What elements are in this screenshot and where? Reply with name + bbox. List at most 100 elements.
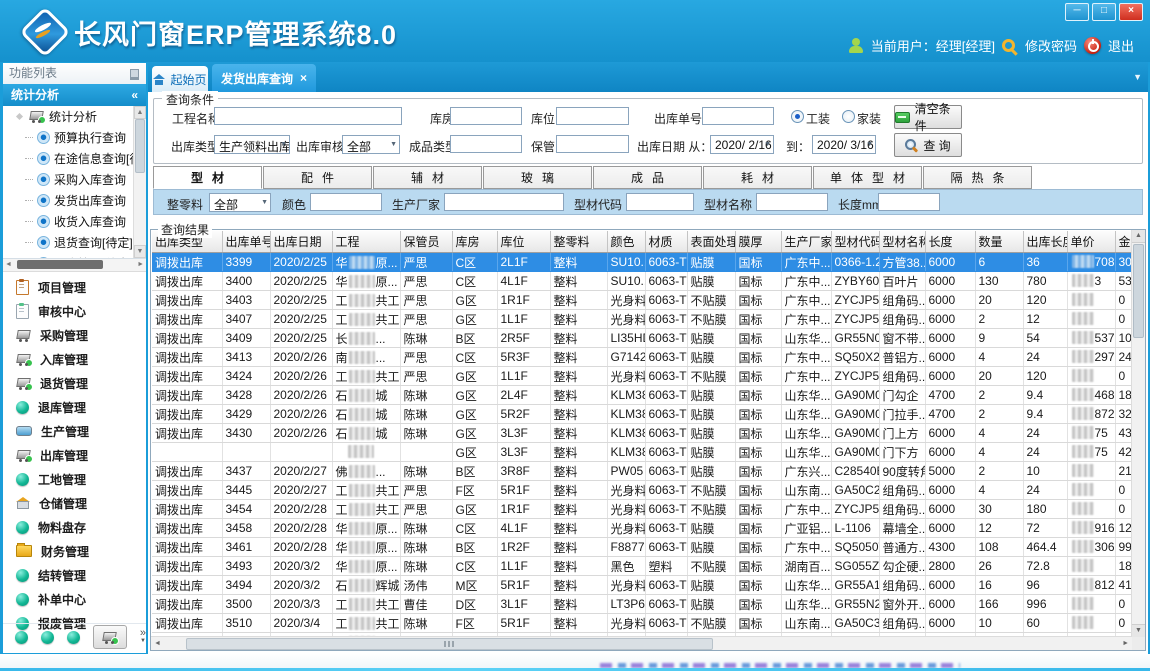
sidebar-module-item[interactable]: 项目管理 <box>3 275 146 299</box>
table-row[interactable]: 调拨出库34542020/2/28工共工程严思G区1R1F整料光身料6063-T… <box>152 500 1131 519</box>
column-header[interactable]: 单价 <box>1067 231 1115 253</box>
column-header[interactable]: 型材名称 <box>879 231 925 253</box>
tree-item[interactable]: 在途信息查询[待 <box>3 148 146 169</box>
profile-name-input[interactable] <box>756 193 828 211</box>
column-header[interactable]: 出库长度 <box>1023 231 1067 253</box>
material-tab[interactable]: 辅材 <box>373 166 482 189</box>
table-row[interactable]: 调拨出库34092020/2/25长...陈琳B区2R5F整料LI35HD606… <box>152 329 1131 348</box>
scroll-down-icon[interactable]: ▼ <box>134 245 146 258</box>
tree-vertical-scrollbar[interactable]: ▲ ▼ <box>133 106 146 258</box>
pin-icon[interactable] <box>130 69 139 80</box>
collapse-icon[interactable]: « <box>131 84 138 106</box>
table-row[interactable]: 调拨出库33992020/2/25华原...严思C区2L1F整料SU10...6… <box>152 253 1131 272</box>
radio-home-label[interactable]: 家装 <box>857 110 881 127</box>
table-row[interactable]: 调拨出库34942020/3/2石辉城汤伟M区5R1F整料光身料6063-T5贴… <box>152 576 1131 595</box>
table-row[interactable]: 调拨出库34292020/2/26石城陈琳G区5R2F整料KLM38176063… <box>152 405 1131 424</box>
table-row[interactable]: 调拨出库35002020/3/3工共工程曹佳D区3L1F整料LT3P606063… <box>152 595 1131 614</box>
search-button[interactable]: 查 询 <box>894 133 962 157</box>
column-header[interactable]: 表面处理 <box>687 231 735 253</box>
length-input[interactable] <box>878 193 940 211</box>
material-tab[interactable]: 配件 <box>263 166 372 189</box>
sidebar-module-item[interactable]: 工地管理 <box>3 467 146 491</box>
column-header[interactable]: 膜厚 <box>735 231 781 253</box>
overflow-button[interactable]: »▼ <box>140 629 146 645</box>
radio-home[interactable] <box>842 110 855 123</box>
audit-combo[interactable]: 全部▼ <box>342 135 400 154</box>
keeper-input[interactable] <box>556 135 629 153</box>
product-type-input[interactable] <box>450 135 522 153</box>
sidebar-module-item[interactable]: 出库管理 <box>3 443 146 467</box>
sidebar-module-item[interactable]: 审核中心 <box>3 299 146 323</box>
color-input[interactable] <box>310 193 382 211</box>
date-from-picker[interactable]: 2020/ 2/16▼ <box>710 135 774 154</box>
date-to-picker[interactable]: 2020/ 3/16▼ <box>812 135 876 154</box>
tree-item[interactable]: 退货查询[待定] <box>3 232 146 253</box>
scroll-left-icon[interactable]: ◄ <box>5 261 12 268</box>
radio-industrial[interactable] <box>791 110 804 123</box>
circle-icon[interactable] <box>15 631 28 644</box>
table-row[interactable]: 调拨出库34932020/3/2华原...陈琳C区1L1F整料黑色塑料不贴膜国标… <box>152 557 1131 576</box>
tree-item[interactable]: 预算执行查询 <box>3 127 146 148</box>
table-row[interactable]: 调拨出库34372020/2/27佛...陈琳B区3R8F整料PW056063-… <box>152 462 1131 481</box>
logout-link[interactable]: 退出 <box>1108 36 1134 55</box>
out-type-combo[interactable]: 生产领料出库▼ <box>214 135 290 154</box>
sidebar-module-item[interactable]: 退库管理 <box>3 395 146 419</box>
order-no-input[interactable] <box>702 107 774 125</box>
circle-icon[interactable] <box>67 631 80 644</box>
table-row[interactable]: 调拨出库34242020/2/26工共工程严思G区1L1F整料光身料6063-T… <box>152 367 1131 386</box>
manufacturer-input[interactable] <box>444 193 564 211</box>
circle-icon[interactable] <box>41 631 54 644</box>
minimize-button[interactable]: ─ <box>1065 3 1089 21</box>
table-row[interactable]: 调拨出库34282020/2/26石城陈琳G区2L4F整料KLM38176063… <box>152 386 1131 405</box>
scroll-right-icon[interactable]: ► <box>137 261 144 268</box>
table-row[interactable]: 调拨出库34002020/2/25华原...严思C区4L1F整料SU10...6… <box>152 272 1131 291</box>
sidebar-module-item[interactable]: 补单中心 <box>3 587 146 611</box>
tree-root-statistics[interactable]: 统计分析 <box>3 106 146 127</box>
scroll-up-icon[interactable]: ▲ <box>134 106 146 119</box>
sidebar-module-item[interactable]: 财务管理 <box>3 539 146 563</box>
table-vertical-scrollbar[interactable]: ▲ ▼ <box>1131 230 1145 637</box>
tab-home[interactable]: 起始页 <box>152 66 208 92</box>
material-tab[interactable]: 型材 <box>153 166 262 189</box>
table-row[interactable]: 调拨出库34612020/2/28华原...陈琳B区1R2F整料F8877FT6… <box>152 538 1131 557</box>
project-name-input[interactable] <box>214 107 402 125</box>
tree-item[interactable]: 发货出库查询 <box>3 190 146 211</box>
sidebar-module-item[interactable]: 物料盘存 <box>3 515 146 539</box>
column-header[interactable]: 长度 <box>925 231 975 253</box>
material-tab[interactable]: 单体型材 <box>813 166 922 189</box>
profile-code-input[interactable] <box>626 193 694 211</box>
maximize-button[interactable]: □ <box>1092 3 1116 21</box>
close-button[interactable]: × <box>1119 3 1143 21</box>
sidebar-module-item[interactable]: 结转管理 <box>3 563 146 587</box>
column-header[interactable]: 型材代码 <box>831 231 879 253</box>
tree-item[interactable]: 采购入库查询 <box>3 169 146 190</box>
material-tab[interactable]: 玻璃 <box>483 166 592 189</box>
sidebar-module-item[interactable]: 入库管理 <box>3 347 146 371</box>
column-header[interactable]: 工程 <box>332 231 400 253</box>
column-header[interactable]: 颜色 <box>607 231 645 253</box>
column-header[interactable]: 出库日期 <box>270 231 332 253</box>
column-header[interactable]: 库房 <box>452 231 497 253</box>
table-row[interactable]: 调拨出库34452020/2/27工共工程严思F区5R1F整料光身料6063-T… <box>152 481 1131 500</box>
sidebar-module-item[interactable]: 生产管理 <box>3 419 146 443</box>
column-header[interactable]: 金额 <box>1115 231 1131 253</box>
column-header[interactable]: 数量 <box>975 231 1023 253</box>
location-input[interactable] <box>556 107 629 125</box>
table-row[interactable]: 调拨出库34132020/2/26南...严思C区5R3F整料G71422606… <box>152 348 1131 367</box>
warehouse-input[interactable] <box>450 107 522 125</box>
table-row[interactable]: 调拨出库35102020/3/4工共工程陈琳F区5R1F整料光身料6063-T5… <box>152 614 1131 633</box>
sidebar-module-item[interactable]: 采购管理 <box>3 323 146 347</box>
material-tab[interactable]: 隔热条 <box>923 166 1032 189</box>
whole-part-combo[interactable]: 全部▼ <box>209 193 271 212</box>
tab-shipment-outbound-query[interactable]: 发货出库查询 × <box>212 64 316 92</box>
material-tab[interactable]: 成品 <box>593 166 702 189</box>
material-tab[interactable]: 耗材 <box>703 166 812 189</box>
column-header[interactable]: 整零料 <box>550 231 607 253</box>
column-header[interactable]: 出库单号 <box>222 231 270 253</box>
table-row[interactable]: G区3L3F整料KLM38176063-T5贴膜国标山东华...GA90M09.… <box>152 443 1131 462</box>
tree-item[interactable]: 收货入库查询 <box>3 211 146 232</box>
sidebar-group-statistics[interactable]: 统计分析 « <box>3 84 146 106</box>
column-header[interactable]: 材质 <box>645 231 687 253</box>
scroll-right-icon[interactable]: ► <box>1122 640 1129 647</box>
table-row[interactable]: 调拨出库34302020/2/26石城陈琳G区3L3F整料KLM38176063… <box>152 424 1131 443</box>
